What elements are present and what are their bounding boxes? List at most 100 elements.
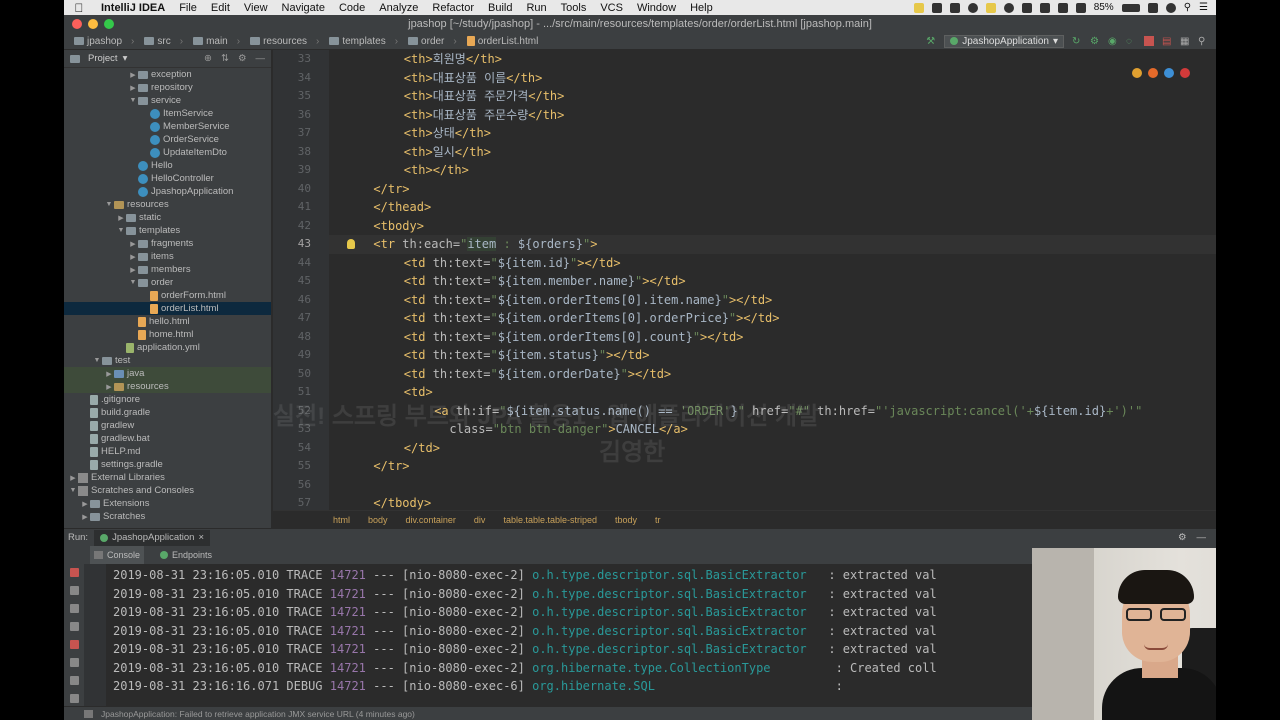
console-log-line[interactable]: 2019-08-31 23:16:05.010 TRACE 14721 --- … [113,640,937,659]
minimize-window-icon[interactable] [88,19,98,29]
close-icon[interactable]: × [198,532,204,543]
trash-icon[interactable] [69,676,79,685]
line-number[interactable]: 42 [298,217,311,235]
nav-crumb-project[interactable]: jpashop [70,36,140,47]
gear-icon[interactable]: ⚙ [1178,532,1187,543]
tree-node[interactable]: HELP.md [64,445,271,458]
tree-node[interactable]: ▼ resources [64,198,271,211]
code-line[interactable]: class="btn btn-danger">CANCEL</a> [329,420,687,439]
console-log-line[interactable]: 2019-08-31 23:16:05.010 TRACE 14721 --- … [113,659,937,678]
code-line[interactable]: </tr> [329,457,409,476]
collapse-icon[interactable]: ⇅ [221,53,229,64]
vcs-icon[interactable]: ▤ [1162,36,1172,47]
menu-analyze[interactable]: Analyze [372,2,425,14]
zoom-window-icon[interactable] [104,19,114,29]
code-line[interactable]: <a th:if= " ${item.status.name() == 'ORDER… [329,402,1142,421]
line-number[interactable]: 36 [298,106,311,124]
line-number[interactable]: 41 [298,198,311,216]
camera-icon[interactable] [69,586,79,595]
chevron-down-icon[interactable]: ▼ [128,97,138,104]
line-number[interactable]: 53 [298,420,311,438]
code-editor[interactable]: 33 34 35 36 37 38 39 40 41 42 43 44 45 46 47 48 49 50 51 52… [273,50,1216,510]
spotlight-search-icon[interactable]: ⚲ [1184,2,1191,13]
tree-node[interactable]: ▶ members [64,263,271,276]
code-line[interactable]: <tr th:each="item : ${orders}"> [329,235,1216,254]
debug-icon[interactable]: ⚙ [1090,36,1100,47]
opera-icon[interactable] [1180,68,1190,78]
tree-node[interactable]: ▶ Extensions [64,497,271,510]
chevron-right-icon[interactable]: ▶ [128,71,138,79]
lock-icon[interactable] [985,2,996,13]
tree-node[interactable]: build.gradle [64,406,271,419]
code-line[interactable]: <td th:text="${item.orderItems[0].item.n… [329,291,773,310]
input-source-icon[interactable] [1147,2,1158,13]
chevron-right-icon[interactable]: ▶ [104,383,114,391]
firefox-icon[interactable] [1148,68,1158,78]
tree-node[interactable]: ▶ java [64,367,271,380]
breadcrumb-body[interactable]: body [368,515,388,525]
close-window-icon[interactable] [72,19,82,29]
profile-icon[interactable]: ◌ [1126,36,1136,47]
tree-node[interactable]: ▼ test [64,354,271,367]
scroll-to-end-icon[interactable] [69,622,79,631]
code-line[interactable]: <th>대표상품 주문가격</th> [329,87,565,106]
line-number[interactable]: 38 [298,143,311,161]
exit-icon[interactable] [69,640,79,649]
locate-icon[interactable]: ⊕ [204,53,212,64]
code-line[interactable]: <th>대표상품 주문수량</th> [329,106,565,125]
cloud-icon[interactable] [1021,2,1032,13]
breadcrumb-tr[interactable]: tr [655,515,661,525]
breadcrumb-div[interactable]: div [474,515,486,525]
pin-icon[interactable] [69,658,79,667]
notification-center-icon[interactable]: ☰ [1199,2,1208,13]
apple-menu-icon[interactable]:  [64,1,94,15]
code-line[interactable]: </tbody> [329,494,431,510]
settings-pin-icon[interactable] [69,694,79,703]
console-log-line[interactable]: 2019-08-31 23:16:05.010 TRACE 14721 --- … [113,566,937,585]
stop-icon[interactable] [1144,36,1154,46]
code-line[interactable]: <th>상태</th> [329,124,491,143]
tree-node[interactable]: ▶ exception [64,68,271,81]
code-line[interactable]: <td th:text="${item.status}"></td> [329,346,650,365]
line-number[interactable]: 47 [298,309,311,327]
line-number[interactable]: 57 [298,494,311,510]
tree-node[interactable]: JpashopApplication [64,185,271,198]
tree-node[interactable]: ▶ repository [64,81,271,94]
tree-node[interactable]: orderList.html [64,302,271,315]
menu-view[interactable]: View [237,2,275,14]
nav-crumb-resources[interactable]: resources [246,36,325,47]
build-hammer-icon[interactable]: ⚒ [926,36,936,47]
breadcrumb-table[interactable]: table.table.table-striped [503,515,597,525]
nav-crumb-templates[interactable]: templates [325,36,404,47]
finder-icon[interactable] [949,2,960,13]
chevron-right-icon[interactable]: ▶ [116,214,126,222]
line-number[interactable]: 45 [298,272,311,290]
menu-tools[interactable]: Tools [554,2,594,14]
line-number-gutter[interactable]: 33 34 35 36 37 38 39 40 41 42 43 44 45 46 47 48 49 50 51 52… [273,50,329,510]
chevron-down-icon[interactable]: ▼ [104,201,114,208]
hide-panel-icon[interactable]: — [256,53,266,64]
code-line[interactable]: <th>대표상품 이름</th> [329,69,543,88]
project-panel-title[interactable]: Project [88,53,118,64]
line-number[interactable]: 48 [298,328,311,346]
tree-node[interactable]: ▶ Scratches [64,510,271,523]
console-log-line[interactable]: 2019-08-31 23:16:05.010 TRACE 14721 --- … [113,622,937,641]
tree-node[interactable]: ▶ fragments [64,237,271,250]
search-icon[interactable]: ⚲ [1198,36,1208,47]
coverage-icon[interactable]: ◉ [1108,36,1118,47]
notes-icon[interactable] [913,2,924,13]
menu-app-name[interactable]: IntelliJ IDEA [94,2,172,14]
line-number[interactable]: 37 [298,124,311,142]
chevron-right-icon[interactable]: ▶ [104,370,114,378]
battery-icon[interactable] [1121,3,1140,12]
nav-crumb-main[interactable]: main [189,36,246,47]
code-line[interactable]: <th>회원명</th> [329,50,502,69]
code-line[interactable]: <td th:text="${item.orderItems[0].orderP… [329,309,780,328]
line-number[interactable]: 50 [298,365,311,383]
user-icon[interactable] [1165,2,1176,13]
menu-refactor[interactable]: Refactor [425,2,481,14]
code-line[interactable]: </tr> [329,180,409,199]
tree-node[interactable]: HelloController [64,172,271,185]
hide-panel-icon[interactable]: — [1197,532,1207,543]
tool-windows-icon[interactable] [84,709,93,718]
